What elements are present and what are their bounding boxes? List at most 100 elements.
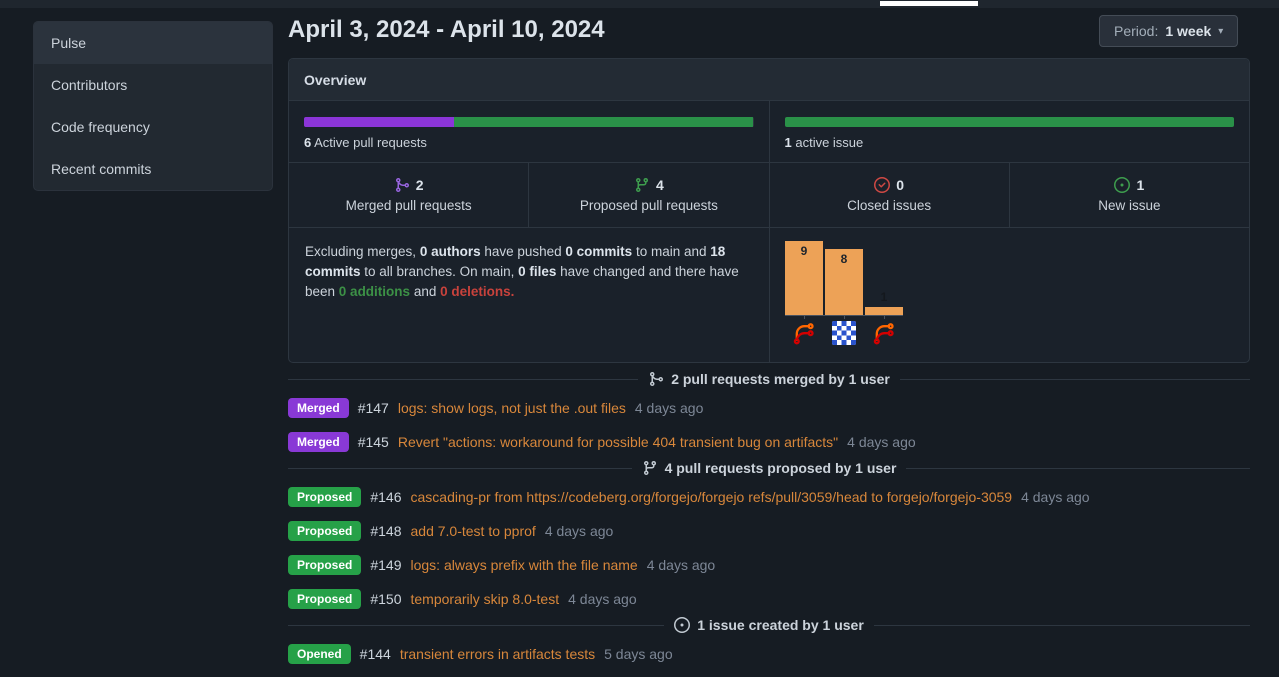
- chevron-down-icon: ▾: [1218, 26, 1223, 37]
- sidebar-item-pulse[interactable]: Pulse: [34, 22, 272, 64]
- sidebar-item-recent-commits[interactable]: Recent commits: [34, 148, 272, 190]
- stat-label: Proposed pull requests: [580, 198, 718, 213]
- issue-number: #145: [358, 434, 389, 450]
- timestamp: 5 days ago: [604, 646, 673, 662]
- issue-title-link[interactable]: temporarily skip 8.0-test: [411, 591, 560, 607]
- divider-line: [288, 625, 664, 626]
- forgejo-bot-avatar[interactable]: [872, 321, 896, 345]
- timestamp: 4 days ago: [647, 557, 716, 573]
- stat-count: 4: [634, 177, 664, 193]
- active-tab-indicator: [880, 1, 978, 6]
- user-identicon-avatar[interactable]: [832, 321, 856, 345]
- git-branch-icon: [634, 177, 650, 193]
- section-title: 1 issue created by 1 user: [674, 617, 864, 633]
- stat-label: New issue: [1098, 198, 1160, 213]
- issue-closed-icon: [874, 177, 890, 193]
- issue-number: #146: [370, 489, 401, 505]
- pulse-sidebar-menu: PulseContributorsCode frequencyRecent co…: [33, 21, 273, 191]
- issue-title-link[interactable]: logs: show logs, not just the .out files: [398, 400, 626, 416]
- issue-title-link[interactable]: Revert "actions: workaround for possible…: [398, 434, 838, 450]
- stat-closed-issues[interactable]: 0 Closed issues: [770, 163, 1010, 227]
- divider-line: [288, 468, 632, 469]
- timestamp: 4 days ago: [847, 434, 916, 450]
- issues-progress-bar: [785, 117, 1235, 127]
- status-badge[interactable]: Opened: [288, 644, 351, 664]
- active-issue-label: 1 active issue: [785, 135, 1235, 150]
- timestamp: 4 days ago: [1021, 489, 1090, 505]
- status-badge[interactable]: Proposed: [288, 589, 361, 609]
- status-badge[interactable]: Proposed: [288, 555, 361, 575]
- status-badge[interactable]: Merged: [288, 398, 349, 418]
- git-merge-icon: [648, 371, 664, 387]
- progress-segment: [304, 117, 454, 127]
- activity-item-148: Proposed #148 add 7.0-test to pprof 4 days …: [288, 520, 1250, 542]
- activity-item-150: Proposed#150temporarily skip 8.0-test4 d…: [288, 588, 1250, 610]
- progress-segment: [454, 117, 754, 127]
- commit-bar: [865, 307, 903, 315]
- sidebar-item-contributors[interactable]: Contributors: [34, 64, 272, 106]
- activity-item-145: Merged #145 Revert "actions: workaround fo…: [288, 431, 1250, 453]
- stat-label: Closed issues: [847, 198, 931, 213]
- git-merge-icon: [394, 177, 410, 193]
- issue-title-link[interactable]: transient errors in artifacts tests: [400, 646, 595, 662]
- stat-count: 2: [394, 177, 424, 193]
- forgejo-logo-avatar: [872, 321, 896, 345]
- overview-panel: Overview 6 Active pull requests 1 active…: [288, 58, 1250, 363]
- activity-item-144: Opened #144 transient errors in artifacts …: [288, 643, 1250, 665]
- identicon-avatar: [832, 321, 856, 345]
- stat-count: 0: [874, 177, 904, 193]
- summary-row: Excluding merges, 0 authors have pushed …: [289, 228, 1249, 363]
- period-dropdown-button[interactable]: Period: 1 week ▾: [1099, 15, 1238, 47]
- pull-requests-progress-cell: 6 Active pull requests: [289, 101, 770, 162]
- issue-title-link[interactable]: logs: always prefix with the file name: [411, 557, 638, 573]
- chart-baseline: [785, 315, 903, 316]
- forgejo-logo-avatar: [792, 321, 816, 345]
- stat-proposed-pull-requests[interactable]: 4 Proposed pull requests: [529, 163, 769, 227]
- stat-label: Merged pull requests: [346, 198, 472, 213]
- activity-item-147: Merged #147 logs: show logs, not just the …: [288, 397, 1250, 419]
- issue-number: #144: [360, 646, 391, 662]
- period-value: 1 week: [1165, 23, 1211, 39]
- divider-line: [906, 468, 1250, 469]
- active-pull-requests-label: 6 Active pull requests: [304, 135, 754, 150]
- issue-title-link[interactable]: cascading-pr from https://codeberg.org/f…: [411, 489, 1013, 505]
- sidebar-item-code-frequency[interactable]: Code frequency: [34, 106, 272, 148]
- timestamp: 4 days ago: [545, 523, 614, 539]
- page-title: April 3, 2024 - April 10, 2024: [288, 16, 605, 44]
- divider-line: [288, 379, 638, 380]
- commit-bar-value: 9: [785, 244, 823, 258]
- issues-progress-cell: 1 active issue: [770, 101, 1250, 162]
- status-badge[interactable]: Merged: [288, 432, 349, 452]
- issue-number: #149: [370, 557, 401, 573]
- activity-item-149: Proposed #149 logs: always prefix with the…: [288, 554, 1250, 576]
- issue-number: #150: [370, 591, 401, 607]
- commit-bar-value: 1: [865, 290, 903, 304]
- activity-feed: 2 pull requests merged by 1 user Merged #1…: [288, 363, 1250, 677]
- progress-row: 6 Active pull requests 1 active issue: [289, 101, 1249, 163]
- stat-merged-pull-requests[interactable]: 2 Merged pull requests: [289, 163, 529, 227]
- issue-opened-icon: [674, 617, 690, 633]
- activity-item-146: Proposed #146 cascading-pr from https://co…: [288, 486, 1250, 508]
- divider-line: [900, 379, 1250, 380]
- commit-summary-text: Excluding merges, 0 authors have pushed …: [289, 228, 770, 363]
- issue-number: #148: [370, 523, 401, 539]
- status-badge[interactable]: Proposed: [288, 521, 361, 541]
- pull-requests-progress-bar: [304, 117, 754, 127]
- progress-segment: [785, 117, 1235, 127]
- section-header: 4 pull requests proposed by 1 user: [288, 458, 1250, 478]
- stat-count: 1: [1114, 177, 1144, 193]
- section-title: 4 pull requests proposed by 1 user: [642, 460, 897, 476]
- issue-number: #147: [358, 400, 389, 416]
- top-navbar-edge: [0, 0, 1279, 8]
- forgejo-bot-avatar[interactable]: [792, 321, 816, 345]
- commit-activity-bar-chart: 981: [770, 228, 1249, 363]
- issue-opened-icon: [1114, 177, 1130, 193]
- status-badge[interactable]: Proposed: [288, 487, 361, 507]
- section-header: 1 issue created by 1 user: [288, 615, 1250, 635]
- git-branch-icon: [642, 460, 658, 476]
- section-title: 2 pull requests merged by 1 user: [648, 371, 890, 387]
- overview-panel-title: Overview: [289, 59, 1249, 101]
- issue-title-link[interactable]: add 7.0-test to pprof: [411, 523, 536, 539]
- section-header: 2 pull requests merged by 1 user: [288, 369, 1250, 389]
- stat-new-issue[interactable]: 1 New issue: [1010, 163, 1249, 227]
